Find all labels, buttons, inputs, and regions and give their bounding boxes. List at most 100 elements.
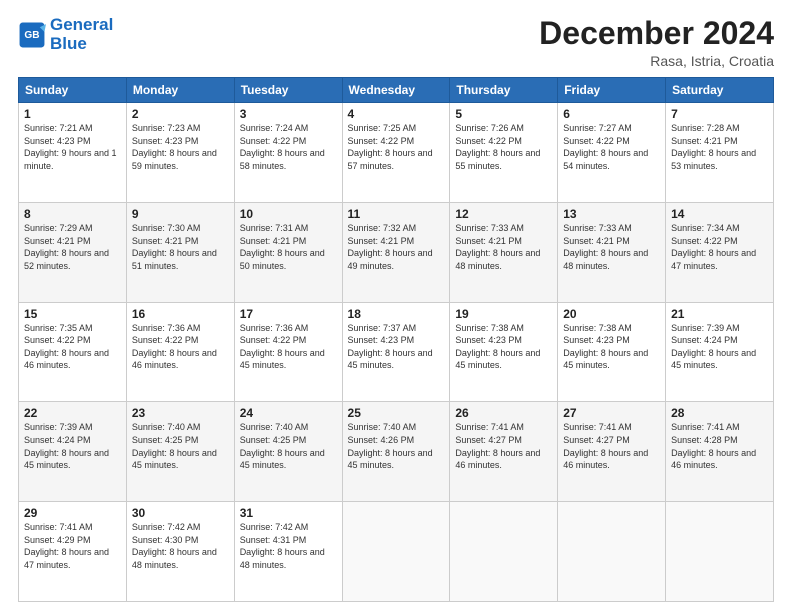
day-info: Sunrise: 7:33 AM Sunset: 4:21 PM Dayligh…	[563, 222, 660, 272]
day-number: 13	[563, 207, 660, 221]
day-number: 4	[348, 107, 445, 121]
day-info: Sunrise: 7:42 AM Sunset: 4:30 PM Dayligh…	[132, 521, 229, 571]
day-number: 7	[671, 107, 768, 121]
logo-icon: GB	[18, 21, 46, 49]
table-row: 22 Sunrise: 7:39 AM Sunset: 4:24 PM Dayl…	[19, 402, 127, 502]
logo-line1: General	[50, 15, 113, 34]
day-number: 2	[132, 107, 229, 121]
table-row: 7 Sunrise: 7:28 AM Sunset: 4:21 PM Dayli…	[666, 103, 774, 203]
table-row: 14 Sunrise: 7:34 AM Sunset: 4:22 PM Dayl…	[666, 202, 774, 302]
day-number: 1	[24, 107, 121, 121]
day-info: Sunrise: 7:33 AM Sunset: 4:21 PM Dayligh…	[455, 222, 552, 272]
svg-text:GB: GB	[24, 30, 39, 41]
day-info: Sunrise: 7:41 AM Sunset: 4:27 PM Dayligh…	[563, 421, 660, 471]
day-info: Sunrise: 7:30 AM Sunset: 4:21 PM Dayligh…	[132, 222, 229, 272]
day-number: 27	[563, 406, 660, 420]
table-row: 19 Sunrise: 7:38 AM Sunset: 4:23 PM Dayl…	[450, 302, 558, 402]
logo: GB General Blue	[18, 16, 113, 53]
day-number: 11	[348, 207, 445, 221]
table-row: 31 Sunrise: 7:42 AM Sunset: 4:31 PM Dayl…	[234, 502, 342, 602]
day-info: Sunrise: 7:41 AM Sunset: 4:27 PM Dayligh…	[455, 421, 552, 471]
col-thursday: Thursday	[450, 78, 558, 103]
table-row: 29 Sunrise: 7:41 AM Sunset: 4:29 PM Dayl…	[19, 502, 127, 602]
day-number: 20	[563, 307, 660, 321]
page: GB General Blue December 2024 Rasa, Istr…	[0, 0, 792, 612]
table-row	[558, 502, 666, 602]
day-number: 30	[132, 506, 229, 520]
day-number: 16	[132, 307, 229, 321]
col-saturday: Saturday	[666, 78, 774, 103]
col-friday: Friday	[558, 78, 666, 103]
table-row: 8 Sunrise: 7:29 AM Sunset: 4:21 PM Dayli…	[19, 202, 127, 302]
day-info: Sunrise: 7:28 AM Sunset: 4:21 PM Dayligh…	[671, 122, 768, 172]
day-info: Sunrise: 7:38 AM Sunset: 4:23 PM Dayligh…	[455, 322, 552, 372]
calendar-row: 15 Sunrise: 7:35 AM Sunset: 4:22 PM Dayl…	[19, 302, 774, 402]
day-info: Sunrise: 7:36 AM Sunset: 4:22 PM Dayligh…	[132, 322, 229, 372]
month-title: December 2024	[539, 16, 774, 51]
day-info: Sunrise: 7:26 AM Sunset: 4:22 PM Dayligh…	[455, 122, 552, 172]
logo-line2: Blue	[50, 34, 87, 53]
table-row: 2 Sunrise: 7:23 AM Sunset: 4:23 PM Dayli…	[126, 103, 234, 203]
calendar-row: 8 Sunrise: 7:29 AM Sunset: 4:21 PM Dayli…	[19, 202, 774, 302]
table-row: 5 Sunrise: 7:26 AM Sunset: 4:22 PM Dayli…	[450, 103, 558, 203]
day-number: 22	[24, 406, 121, 420]
header: GB General Blue December 2024 Rasa, Istr…	[18, 16, 774, 69]
title-block: December 2024 Rasa, Istria, Croatia	[539, 16, 774, 69]
day-info: Sunrise: 7:31 AM Sunset: 4:21 PM Dayligh…	[240, 222, 337, 272]
day-info: Sunrise: 7:27 AM Sunset: 4:22 PM Dayligh…	[563, 122, 660, 172]
table-row: 9 Sunrise: 7:30 AM Sunset: 4:21 PM Dayli…	[126, 202, 234, 302]
table-row: 21 Sunrise: 7:39 AM Sunset: 4:24 PM Dayl…	[666, 302, 774, 402]
day-number: 15	[24, 307, 121, 321]
table-row: 24 Sunrise: 7:40 AM Sunset: 4:25 PM Dayl…	[234, 402, 342, 502]
day-number: 28	[671, 406, 768, 420]
day-info: Sunrise: 7:40 AM Sunset: 4:25 PM Dayligh…	[240, 421, 337, 471]
day-info: Sunrise: 7:38 AM Sunset: 4:23 PM Dayligh…	[563, 322, 660, 372]
day-info: Sunrise: 7:35 AM Sunset: 4:22 PM Dayligh…	[24, 322, 121, 372]
day-info: Sunrise: 7:40 AM Sunset: 4:25 PM Dayligh…	[132, 421, 229, 471]
day-number: 23	[132, 406, 229, 420]
day-info: Sunrise: 7:25 AM Sunset: 4:22 PM Dayligh…	[348, 122, 445, 172]
table-row	[342, 502, 450, 602]
day-number: 19	[455, 307, 552, 321]
day-info: Sunrise: 7:41 AM Sunset: 4:29 PM Dayligh…	[24, 521, 121, 571]
day-info: Sunrise: 7:40 AM Sunset: 4:26 PM Dayligh…	[348, 421, 445, 471]
day-info: Sunrise: 7:23 AM Sunset: 4:23 PM Dayligh…	[132, 122, 229, 172]
subtitle: Rasa, Istria, Croatia	[539, 53, 774, 69]
day-number: 21	[671, 307, 768, 321]
day-number: 24	[240, 406, 337, 420]
table-row	[666, 502, 774, 602]
day-number: 5	[455, 107, 552, 121]
day-number: 10	[240, 207, 337, 221]
table-row: 16 Sunrise: 7:36 AM Sunset: 4:22 PM Dayl…	[126, 302, 234, 402]
table-row: 13 Sunrise: 7:33 AM Sunset: 4:21 PM Dayl…	[558, 202, 666, 302]
col-wednesday: Wednesday	[342, 78, 450, 103]
col-monday: Monday	[126, 78, 234, 103]
day-number: 18	[348, 307, 445, 321]
header-row: Sunday Monday Tuesday Wednesday Thursday…	[19, 78, 774, 103]
table-row: 26 Sunrise: 7:41 AM Sunset: 4:27 PM Dayl…	[450, 402, 558, 502]
table-row: 10 Sunrise: 7:31 AM Sunset: 4:21 PM Dayl…	[234, 202, 342, 302]
table-row: 12 Sunrise: 7:33 AM Sunset: 4:21 PM Dayl…	[450, 202, 558, 302]
day-info: Sunrise: 7:42 AM Sunset: 4:31 PM Dayligh…	[240, 521, 337, 571]
day-number: 8	[24, 207, 121, 221]
day-info: Sunrise: 7:39 AM Sunset: 4:24 PM Dayligh…	[24, 421, 121, 471]
day-info: Sunrise: 7:24 AM Sunset: 4:22 PM Dayligh…	[240, 122, 337, 172]
table-row: 15 Sunrise: 7:35 AM Sunset: 4:22 PM Dayl…	[19, 302, 127, 402]
table-row: 4 Sunrise: 7:25 AM Sunset: 4:22 PM Dayli…	[342, 103, 450, 203]
table-row: 3 Sunrise: 7:24 AM Sunset: 4:22 PM Dayli…	[234, 103, 342, 203]
calendar-row: 1 Sunrise: 7:21 AM Sunset: 4:23 PM Dayli…	[19, 103, 774, 203]
calendar-row: 29 Sunrise: 7:41 AM Sunset: 4:29 PM Dayl…	[19, 502, 774, 602]
day-info: Sunrise: 7:37 AM Sunset: 4:23 PM Dayligh…	[348, 322, 445, 372]
day-number: 6	[563, 107, 660, 121]
day-info: Sunrise: 7:29 AM Sunset: 4:21 PM Dayligh…	[24, 222, 121, 272]
table-row: 25 Sunrise: 7:40 AM Sunset: 4:26 PM Dayl…	[342, 402, 450, 502]
table-row: 17 Sunrise: 7:36 AM Sunset: 4:22 PM Dayl…	[234, 302, 342, 402]
day-info: Sunrise: 7:32 AM Sunset: 4:21 PM Dayligh…	[348, 222, 445, 272]
day-number: 9	[132, 207, 229, 221]
table-row: 18 Sunrise: 7:37 AM Sunset: 4:23 PM Dayl…	[342, 302, 450, 402]
table-row: 20 Sunrise: 7:38 AM Sunset: 4:23 PM Dayl…	[558, 302, 666, 402]
logo-text: General Blue	[50, 16, 113, 53]
day-number: 31	[240, 506, 337, 520]
col-sunday: Sunday	[19, 78, 127, 103]
col-tuesday: Tuesday	[234, 78, 342, 103]
